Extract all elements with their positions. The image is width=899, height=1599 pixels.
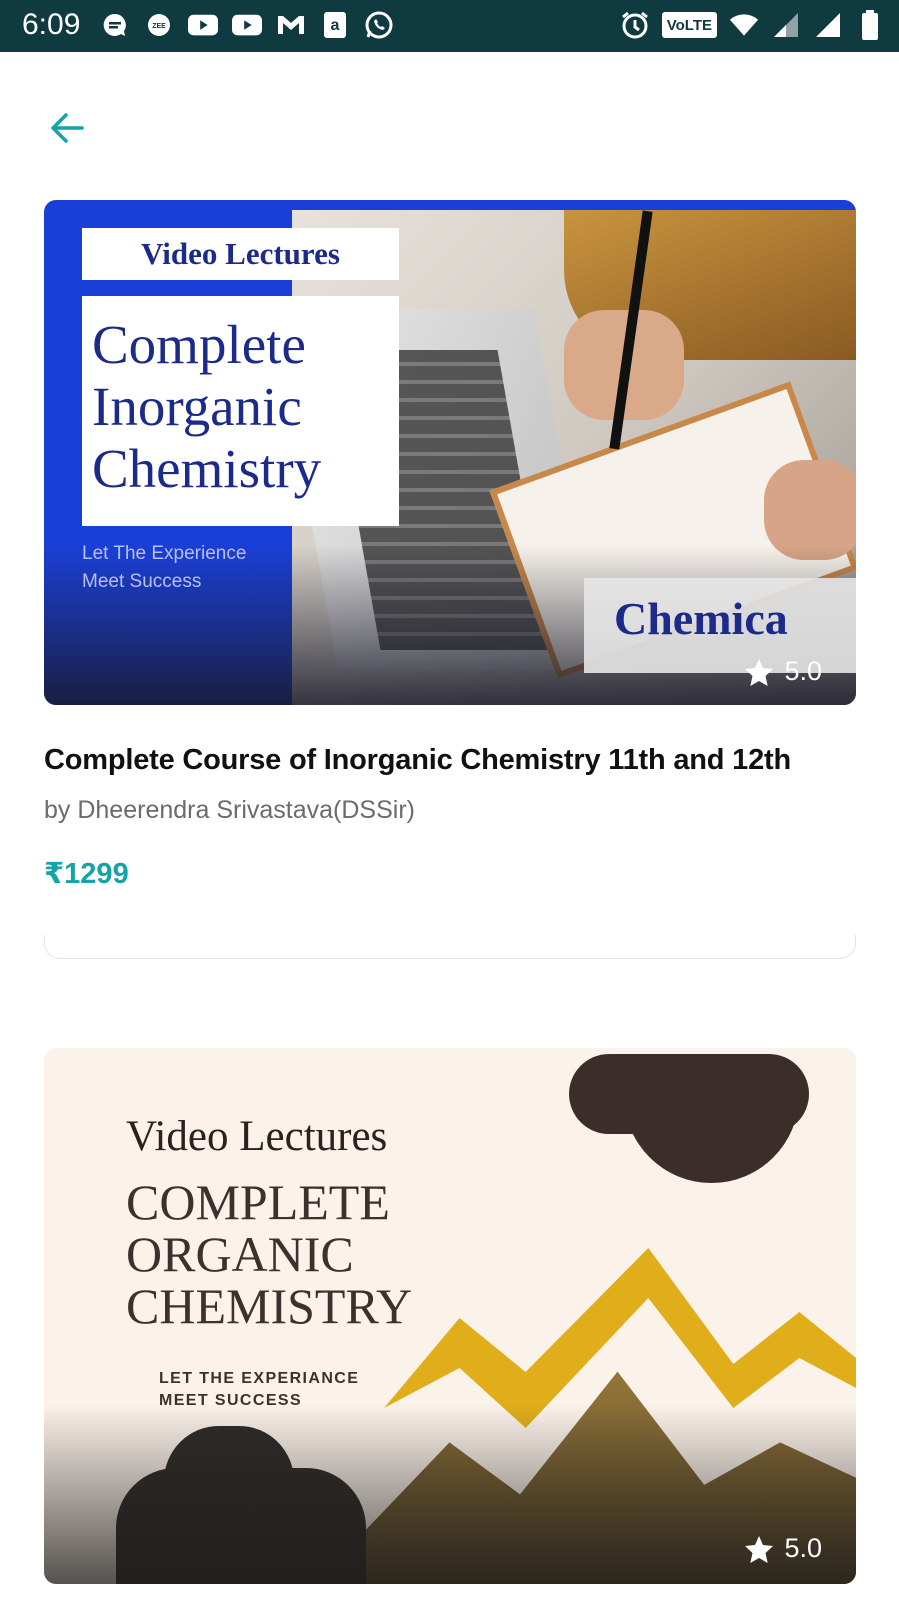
signal-icon	[771, 10, 801, 40]
youtube-icon	[232, 10, 262, 40]
thumbnail-tag: Video Lectures	[126, 1113, 388, 1160]
status-bar: 6:09 ZEE a VoLTE	[0, 0, 899, 52]
alarm-icon	[620, 10, 650, 40]
status-time: 6:09	[22, 8, 81, 41]
course-thumbnail[interactable]: Video Lectures Complete Inorganic Chemis…	[44, 200, 856, 705]
thumbnail-tag: Video Lectures	[82, 228, 399, 280]
course-thumbnail[interactable]: Video Lectures COMPLETE ORGANIC CHEMISTR…	[44, 1048, 856, 1584]
rating-badge: 5.0	[744, 656, 822, 687]
svg-text:ZEE: ZEE	[152, 23, 166, 30]
thumbnail-subtitle: Let The Experience Meet Success	[82, 543, 247, 592]
course-author: by Dheerendra Srivastava(DSSir)	[44, 796, 415, 824]
thumbnail-title-box: Complete Inorganic Chemistry	[82, 296, 399, 526]
volte-icon: VoLTE	[661, 12, 717, 38]
star-icon	[745, 1535, 774, 1563]
thumbnail-brand: Chemica	[614, 593, 788, 644]
rating-badge: 5.0	[744, 1533, 822, 1564]
thumbnail-title: Complete Inorganic Chemistry	[92, 314, 322, 499]
signal-icon	[813, 10, 843, 40]
battery-icon	[855, 10, 885, 40]
course-title[interactable]: Complete Course of Inorganic Chemistry 1…	[44, 744, 791, 777]
course-price: ₹1299	[44, 858, 129, 890]
zee5-icon: ZEE	[144, 10, 174, 40]
amazon-icon: a	[320, 10, 350, 40]
rating-value: 5.0	[784, 656, 822, 686]
whatsapp-icon	[364, 10, 394, 40]
svg-text:a: a	[331, 17, 340, 34]
star-icon	[745, 658, 774, 686]
wifi-icon	[729, 10, 759, 40]
back-button[interactable]	[44, 108, 94, 148]
rating-value: 5.0	[784, 1533, 822, 1563]
system-icons: VoLTE	[620, 10, 885, 40]
arrow-left-icon	[51, 113, 84, 143]
notification-icons: ZEE a	[100, 10, 394, 40]
thumbnail-title: COMPLETE ORGANIC CHEMISTRY	[126, 1174, 413, 1334]
message-icon	[100, 10, 130, 40]
youtube-icon	[188, 10, 218, 40]
card-divider	[44, 935, 856, 959]
gmail-icon	[276, 10, 306, 40]
